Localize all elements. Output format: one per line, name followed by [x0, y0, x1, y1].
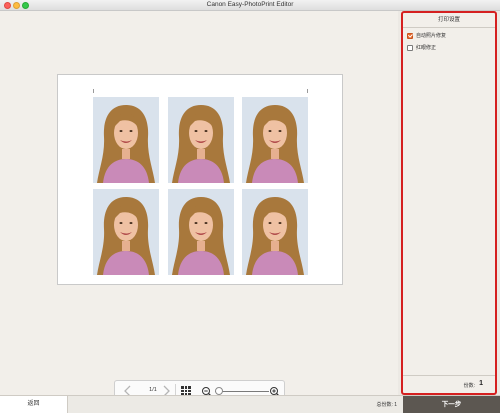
portrait-image — [93, 189, 159, 275]
zoom-slider-track[interactable] — [215, 391, 269, 392]
auto-photo-fix-checkbox[interactable] — [407, 32, 413, 39]
red-eye-correction-option[interactable]: 红眼修正 — [407, 44, 436, 51]
copies-value[interactable]: 1 — [479, 380, 483, 387]
next-step-button[interactable]: 下一步 — [403, 396, 500, 413]
portrait-image — [242, 189, 308, 275]
status-bar: 返回 总份数: 1 下一步 — [0, 395, 500, 413]
auto-photo-fix-label: 自动照片修复 — [416, 33, 447, 39]
red-eye-correction-label: 红眼修正 — [416, 45, 437, 51]
photo-5[interactable] — [168, 189, 234, 275]
photo-6[interactable] — [242, 189, 308, 275]
portrait-image — [168, 97, 234, 183]
title-bar: Canon Easy-PhotoPrint Editor — [0, 0, 500, 11]
photo-3[interactable] — [242, 97, 308, 183]
auto-photo-fix-option[interactable]: 自动照片修复 — [407, 32, 446, 39]
red-eye-correction-checkbox[interactable] — [407, 44, 413, 51]
portrait-image — [242, 97, 308, 183]
panel-title: 打印设置 — [403, 13, 495, 28]
crop-mark — [93, 89, 94, 93]
back-button[interactable]: 返回 — [0, 396, 68, 413]
total-copies-text: 总份数: 1 — [376, 402, 397, 408]
portrait-image — [168, 189, 234, 275]
crop-mark — [307, 89, 308, 93]
print-preview-page — [57, 74, 343, 285]
portrait-image — [93, 97, 159, 183]
copies-label: 份数: — [463, 383, 475, 389]
preview-workspace: 1/1 — [0, 11, 398, 402]
print-settings-panel: 打印设置 自动照片修复 红眼修正 份数: 1 — [401, 11, 497, 395]
photo-2[interactable] — [168, 97, 234, 183]
zoom-slider-thumb[interactable] — [215, 387, 223, 395]
photo-4[interactable] — [93, 189, 159, 275]
copies-area: 份数: 1 — [403, 375, 495, 393]
window-title: Canon Easy-PhotoPrint Editor — [206, 1, 294, 8]
photo-1[interactable] — [93, 97, 159, 183]
